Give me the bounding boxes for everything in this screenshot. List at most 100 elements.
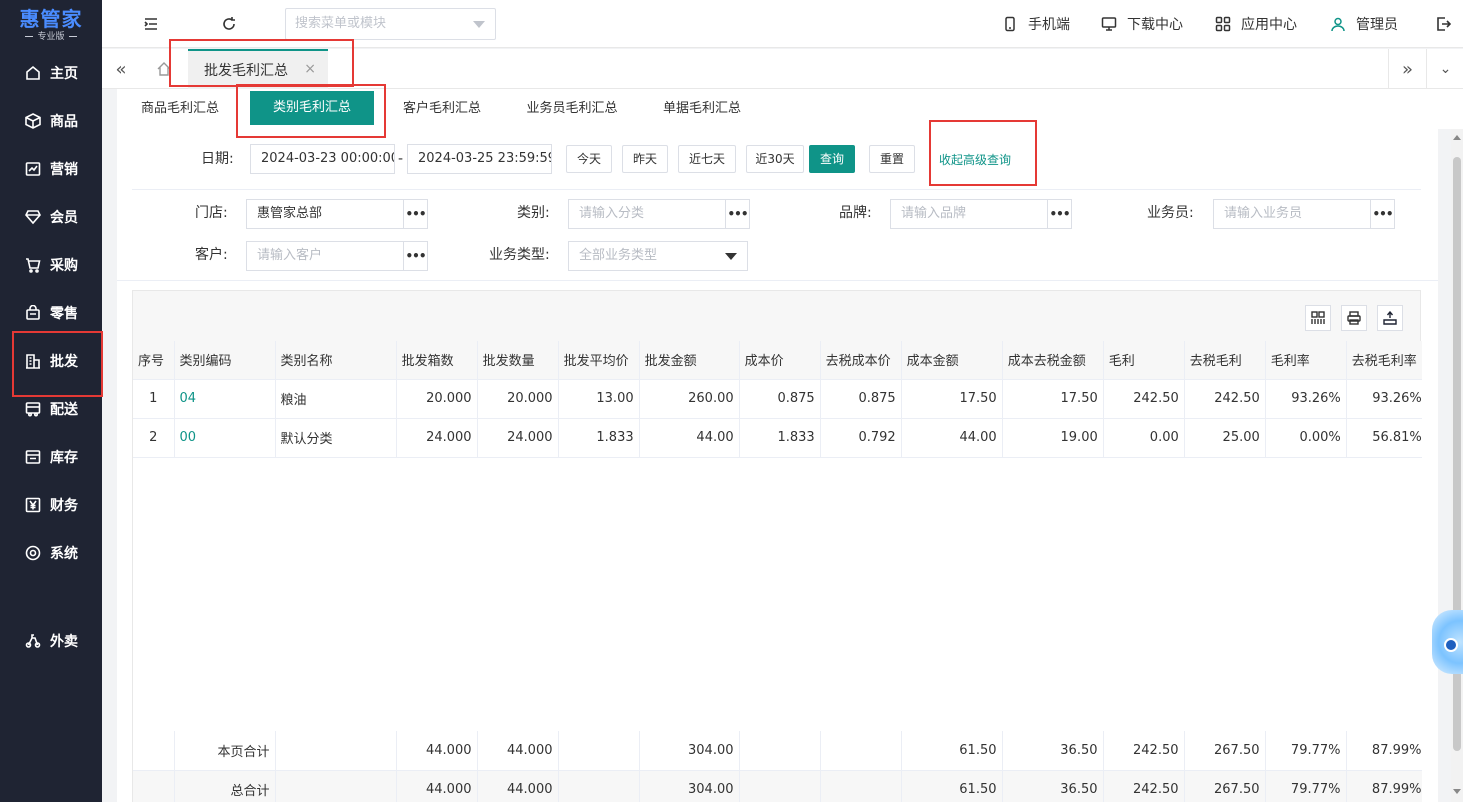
tabs-dropdown-icon[interactable]: ⌄ xyxy=(1426,49,1463,89)
app-center-link[interactable]: 应用中心 xyxy=(1215,14,1297,34)
user-menu[interactable]: 管理员 xyxy=(1330,14,1398,34)
column-header[interactable]: 去税成本价 xyxy=(820,341,902,380)
category-input[interactable]: 请输入分类 ••• xyxy=(568,199,750,229)
edition-label: 专业版 xyxy=(25,31,76,43)
brand-input[interactable]: 请输入品牌 ••• xyxy=(890,199,1072,229)
sidebar-item-label: 批发 xyxy=(50,354,78,370)
logout-icon[interactable] xyxy=(1433,14,1453,34)
column-header[interactable]: 成本金额 xyxy=(901,341,1003,380)
business-type-label: 业务类型: xyxy=(489,247,550,263)
customer-placeholder: 请输入客户 xyxy=(257,248,323,263)
assistant-robot-icon[interactable] xyxy=(1432,610,1463,674)
scroll-tabs-right-icon[interactable]: » xyxy=(1388,49,1426,89)
print-icon[interactable] xyxy=(1341,305,1367,331)
sidebar-item-purchase[interactable]: 采购 xyxy=(0,245,102,285)
box-icon xyxy=(24,112,42,130)
cell xyxy=(275,731,397,771)
subtab-category-profit[interactable]: 类别毛利汇总 xyxy=(250,91,374,125)
sidebar-item-products[interactable]: 商品 xyxy=(0,101,102,141)
mobile-link[interactable]: 手机端 xyxy=(1002,14,1070,34)
subtab-document-profit[interactable]: 单据毛利汇总 xyxy=(652,89,752,129)
sidebar-item-home[interactable]: 主页 xyxy=(0,53,102,93)
column-header[interactable]: 批发箱数 xyxy=(396,341,478,380)
column-settings-icon[interactable] xyxy=(1305,305,1331,331)
cell-value: 56.81% xyxy=(1372,430,1422,445)
sidebar-item-retail[interactable]: 零售 xyxy=(0,293,102,333)
date-end-input[interactable]: 2024-03-25 23:59:59 xyxy=(407,144,552,174)
cell: 0.00% xyxy=(1265,418,1347,458)
sidebar-item-delivery[interactable]: 配送 xyxy=(0,389,102,429)
settings-icon xyxy=(24,544,42,562)
category-code-link[interactable]: 00 xyxy=(174,418,276,458)
column-header[interactable]: 去税毛利 xyxy=(1184,341,1266,380)
reset-button[interactable]: 重置 xyxy=(869,145,915,173)
chevron-down-icon xyxy=(725,253,737,260)
scroll-down-icon[interactable] xyxy=(1453,789,1461,794)
home-tab-icon[interactable] xyxy=(145,49,183,89)
page-total-row: 本页合计 44.000 44.000 304.00 61.50 36.50 24… xyxy=(133,731,1422,771)
store-input[interactable]: 惠管家总部 ••• xyxy=(246,199,428,229)
app-logo: 惠管家 专业版 xyxy=(0,0,102,48)
cell: 1.833 xyxy=(558,418,640,458)
yesterday-button[interactable]: 昨天 xyxy=(622,145,668,173)
more-icon[interactable]: ••• xyxy=(403,242,427,270)
date-label: 日期: xyxy=(201,151,234,167)
sidebar-item-wholesale[interactable]: 批发 xyxy=(0,341,102,381)
more-icon[interactable]: ••• xyxy=(725,200,749,228)
column-header[interactable]: 毛利率 xyxy=(1265,341,1347,380)
last-7-days-button[interactable]: 近七天 xyxy=(678,145,736,173)
column-header[interactable]: 批发金额 xyxy=(639,341,740,380)
sidebar-item-inventory[interactable]: 库存 xyxy=(0,437,102,477)
business-type-select[interactable]: 全部业务类型 xyxy=(568,241,748,271)
download-center-link[interactable]: 下载中心 xyxy=(1101,14,1183,34)
scroll-tabs-left-icon[interactable]: « xyxy=(102,49,140,89)
menu-collapse-icon[interactable] xyxy=(141,14,161,34)
column-header[interactable]: 批发平均价 xyxy=(558,341,640,380)
column-header[interactable]: 成本价 xyxy=(739,341,821,380)
search-placeholder: 搜索菜单或模块 xyxy=(295,16,387,31)
column-header[interactable]: 序号 xyxy=(133,341,175,380)
cell: 20.000 xyxy=(477,379,559,419)
menu-search-input[interactable]: 搜索菜单或模块 xyxy=(285,8,496,40)
column-header[interactable]: 成本去税金额 xyxy=(1002,341,1104,380)
column-header[interactable]: 去税毛利率 xyxy=(1346,341,1422,380)
customer-input[interactable]: 请输入客户 ••• xyxy=(246,241,428,271)
column-header[interactable]: 类别编码 xyxy=(174,341,276,380)
date-start-input[interactable]: 2024-03-23 00:00:00 xyxy=(250,144,395,174)
column-header[interactable]: 类别名称 xyxy=(275,341,397,380)
sidebar-item-members[interactable]: 会员 xyxy=(0,197,102,237)
table-row[interactable]: 1 04 粮油 20.000 20.000 13.00 260.00 0.875… xyxy=(133,379,1422,419)
more-icon[interactable]: ••• xyxy=(1047,200,1071,228)
close-icon[interactable]: × xyxy=(304,61,316,77)
sidebar-item-finance[interactable]: 财务 xyxy=(0,485,102,525)
row-index: 1 xyxy=(133,379,175,419)
scroll-up-icon[interactable] xyxy=(1453,135,1461,140)
sidebar-item-label: 会员 xyxy=(50,210,78,226)
brand-name: 惠管家 xyxy=(19,6,83,31)
table-row[interactable]: 2 00 默认分类 24.000 24.000 1.833 44.00 1.83… xyxy=(133,418,1422,458)
column-header[interactable]: 毛利 xyxy=(1103,341,1185,380)
page-scrollbar[interactable] xyxy=(1451,129,1463,802)
export-icon[interactable] xyxy=(1377,305,1403,331)
subtab-product-profit[interactable]: 商品毛利汇总 xyxy=(132,89,228,129)
sidebar-item-marketing[interactable]: 营销 xyxy=(0,149,102,189)
last-30-days-button[interactable]: 近30天 xyxy=(746,145,804,173)
cart-icon xyxy=(24,256,42,274)
app-center-label: 应用中心 xyxy=(1241,17,1297,33)
subtab-customer-profit[interactable]: 客户毛利汇总 xyxy=(392,89,492,129)
salesman-input[interactable]: 请输入业务员 ••• xyxy=(1213,199,1395,229)
cell xyxy=(820,770,902,802)
column-header[interactable]: 批发数量 xyxy=(477,341,559,380)
refresh-icon[interactable] xyxy=(219,14,239,34)
cell: 242.50 xyxy=(1103,770,1185,802)
sidebar-item-takeout[interactable]: 外卖 xyxy=(0,621,102,661)
sidebar-item-system[interactable]: 系统 xyxy=(0,533,102,573)
more-icon[interactable]: ••• xyxy=(403,200,427,228)
today-button[interactable]: 今天 xyxy=(566,145,612,173)
toggle-advanced-query-link[interactable]: 收起高级查询 xyxy=(939,151,1011,168)
more-icon[interactable]: ••• xyxy=(1370,200,1394,228)
category-code-link[interactable]: 04 xyxy=(174,379,276,419)
subtab-salesman-profit[interactable]: 业务员毛利汇总 xyxy=(517,89,627,129)
query-button[interactable]: 查询 xyxy=(809,145,855,173)
tab-wholesale-gross-profit[interactable]: 批发毛利汇总 × xyxy=(188,49,328,89)
